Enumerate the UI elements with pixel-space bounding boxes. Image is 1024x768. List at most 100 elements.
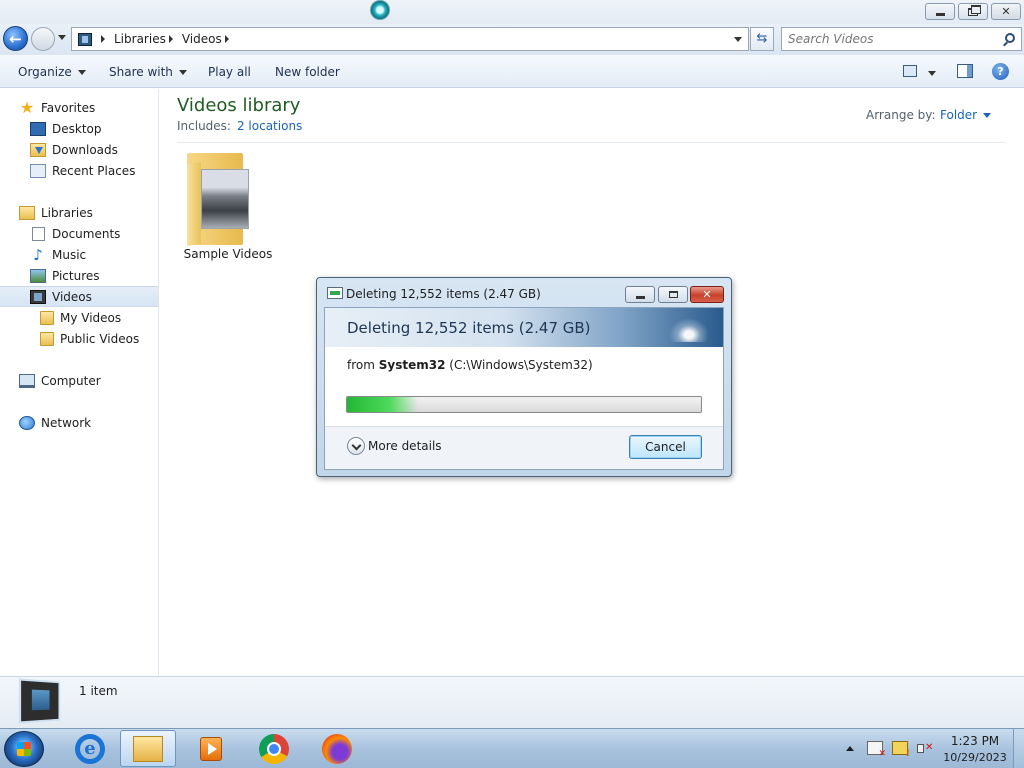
change-view-icon[interactable] <box>903 65 917 77</box>
sidebar-item-music[interactable]: ♪ Music <box>0 244 158 265</box>
folder-thumbnail-image <box>201 169 249 229</box>
minimize-icon <box>935 12 945 16</box>
sidebar-item-public-videos[interactable]: Public Videos <box>0 328 158 349</box>
media-center-icon <box>200 736 222 761</box>
sidebar-item-network[interactable]: Network <box>0 412 158 433</box>
network-tray-icon[interactable] <box>892 741 910 759</box>
preview-pane-icon[interactable] <box>957 64 973 78</box>
sidebar-item-favorites[interactable]: ★ Favorites <box>0 97 158 118</box>
share-with-button[interactable]: Share with <box>109 65 187 79</box>
folder-label: Sample Videos <box>183 247 273 261</box>
window-title-bar: ✕ <box>0 0 1024 24</box>
search-input[interactable] <box>788 31 998 47</box>
source-folder-name: System32 <box>378 358 446 372</box>
sidebar-item-desktop[interactable]: Desktop <box>0 118 158 139</box>
dialog-title: Deleting 12,552 items (2.47 GB) <box>346 287 541 301</box>
back-button[interactable]: ← <box>3 26 28 51</box>
libraries-icon <box>19 205 35 220</box>
taskbar-internet-explorer[interactable]: e <box>62 730 118 767</box>
sidebar-item-videos[interactable]: Videos <box>0 286 158 307</box>
sidebar-item-computer[interactable]: Computer <box>0 370 158 391</box>
clock-date[interactable]: 10/29/2023 <box>940 751 1010 764</box>
sidebar-item-downloads[interactable]: Downloads <box>0 139 158 160</box>
sidebar-item-recent-places[interactable]: Recent Places <box>0 160 158 181</box>
breadcrumb-chevron-icon[interactable] <box>101 35 105 43</box>
internet-explorer-icon: e <box>75 733 105 764</box>
chrome-icon <box>259 733 289 764</box>
taskbar-media-center[interactable] <box>183 730 239 767</box>
delete-operation-icon <box>327 287 343 299</box>
arrange-by-value: Folder <box>940 108 978 122</box>
includes-label: Includes: <box>177 119 231 133</box>
sidebar-item-pictures[interactable]: Pictures <box>0 265 158 286</box>
sidebar-item-label: Downloads <box>52 142 118 157</box>
help-icon[interactable]: ? <box>992 63 1009 80</box>
action-center-icon[interactable] <box>867 741 886 759</box>
play-all-button[interactable]: Play all <box>208 65 251 79</box>
refresh-button[interactable]: ⇆ <box>750 27 774 51</box>
dialog-banner: Deleting 12,552 items (2.47 GB) <box>325 308 723 347</box>
pictures-icon <box>30 268 46 283</box>
dialog-footer: More details Cancel <box>325 426 723 469</box>
show-desktop-button[interactable] <box>1013 729 1024 768</box>
videos-library-icon <box>78 32 92 46</box>
close-button[interactable]: ✕ <box>991 3 1021 20</box>
documents-icon <box>32 226 45 241</box>
taskbar-windows-explorer[interactable] <box>120 730 176 767</box>
address-bar[interactable]: Libraries Videos <box>71 27 749 51</box>
show-hidden-icons-icon[interactable] <box>846 746 854 751</box>
start-button[interactable] <box>4 731 44 767</box>
details-pane: 1 item <box>0 676 1024 728</box>
dialog-close-button[interactable]: ✕ <box>690 286 724 303</box>
back-arrow-icon: ← <box>9 29 22 48</box>
delete-progress-dialog: Deleting 12,552 items (2.47 GB) ✕ Deleti… <box>316 277 732 477</box>
sidebar-item-label: Documents <box>52 226 121 241</box>
sidebar-item-libraries[interactable]: Libraries <box>0 202 158 223</box>
taskbar-firefox[interactable] <box>309 730 365 767</box>
folder-icon <box>40 310 54 325</box>
sidebar-item-label: Pictures <box>52 268 100 283</box>
breadcrumb-videos[interactable]: Videos <box>182 32 222 46</box>
chevron-down-icon <box>983 112 992 118</box>
new-folder-button[interactable]: New folder <box>275 65 340 79</box>
arrange-by-dropdown[interactable]: Folder <box>940 108 992 122</box>
more-details-toggle[interactable]: More details <box>347 437 442 455</box>
dialog-maximize-button[interactable] <box>658 286 688 303</box>
restore-button[interactable] <box>958 3 988 20</box>
breadcrumb-libraries[interactable]: Libraries <box>114 32 166 46</box>
sidebar-item-documents[interactable]: Documents <box>0 223 158 244</box>
volume-muted-icon[interactable] <box>917 741 933 755</box>
address-dropdown-icon[interactable] <box>734 37 742 42</box>
forward-button[interactable] <box>31 27 55 51</box>
downloads-icon <box>30 142 46 157</box>
view-options-dropdown-icon[interactable] <box>928 71 936 76</box>
sidebar-item-label: Computer <box>41 373 101 388</box>
dialog-minimize-button[interactable] <box>625 286 655 303</box>
sidebar-item-label: Videos <box>52 289 92 304</box>
taskbar-chrome[interactable] <box>246 730 302 767</box>
folder-thumbnail-icon <box>187 153 253 247</box>
windows-explorer-icon <box>133 735 163 762</box>
folder-item-sample-videos[interactable]: Sample Videos <box>180 149 276 267</box>
recent-pages-dropdown-icon[interactable] <box>58 35 66 40</box>
breadcrumb-chevron-icon[interactable] <box>224 35 229 43</box>
recent-places-icon <box>30 163 46 178</box>
cancel-button[interactable]: Cancel <box>629 435 702 459</box>
clock-time[interactable]: 1:23 PM <box>940 734 1010 748</box>
search-icon[interactable] <box>1005 33 1015 43</box>
minimize-button[interactable] <box>925 3 955 20</box>
sidebar-item-label: My Videos <box>60 310 122 325</box>
header-divider <box>177 142 1005 143</box>
breadcrumb-chevron-icon[interactable] <box>168 35 173 43</box>
delete-source: from System32 (C:\Windows\System32) <box>347 358 593 372</box>
firefox-icon <box>322 733 352 764</box>
locations-link[interactable]: 2 locations <box>237 119 302 133</box>
item-count: 1 item <box>79 684 118 698</box>
search-box[interactable] <box>781 27 1022 51</box>
sidebar-item-my-videos[interactable]: My Videos <box>0 307 158 328</box>
organize-button[interactable]: Organize <box>18 65 86 79</box>
music-icon: ♪ <box>33 245 43 264</box>
sidebar-item-label: Recent Places <box>52 163 136 178</box>
close-icon: ✕ <box>702 288 712 301</box>
banner-glow <box>669 318 709 342</box>
